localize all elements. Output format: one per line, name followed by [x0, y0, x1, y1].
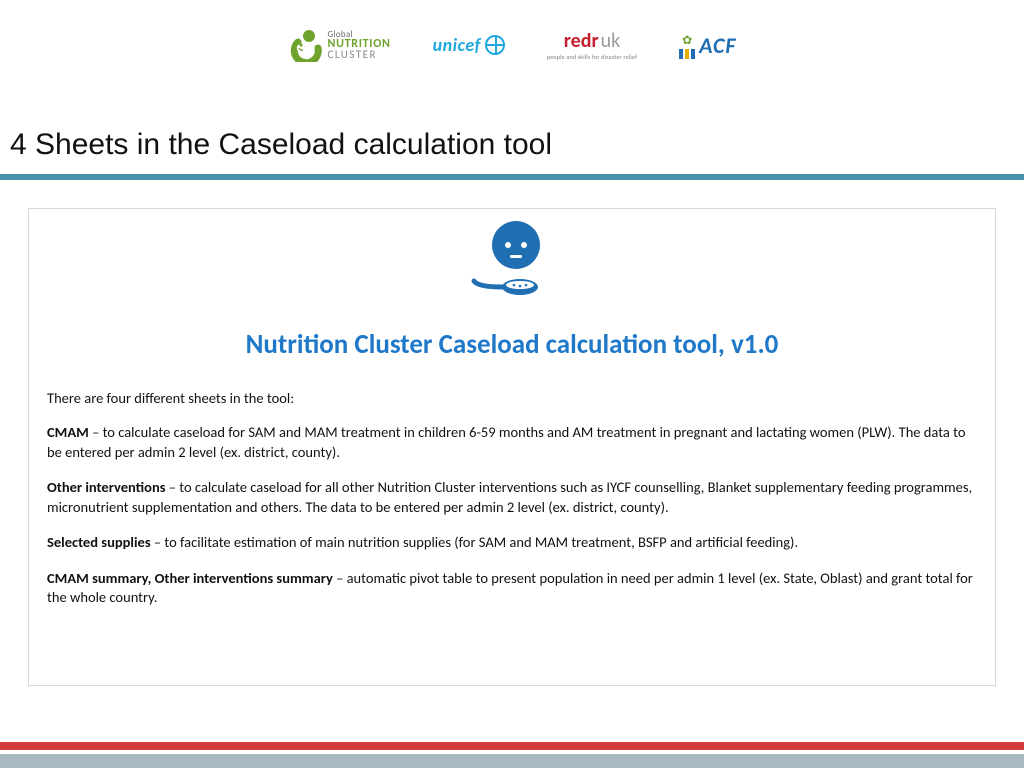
item-summary-name: CMAM summary, Other interventions summar… [47, 569, 333, 587]
page-title: 4 Sheets in the Caseload calculation too… [10, 128, 552, 162]
logo-acf: ✿ ACF [679, 32, 736, 59]
item-selected-supplies: Selected supplies – to facilitate estima… [47, 533, 977, 553]
acf-word: ACF [699, 32, 736, 59]
tool-title: Nutrition Cluster Caseload calculation t… [47, 328, 977, 361]
globe-icon [485, 35, 505, 55]
item-summary: CMAM summary, Other interventions summar… [47, 569, 977, 608]
gnc-text: Global NUTRITION CLUSTER [328, 31, 391, 60]
intro-text: There are four different sheets in the t… [47, 389, 977, 407]
content-frame: Nutrition Cluster Caseload calculation t… [28, 208, 996, 686]
item-supplies-name: Selected supplies [47, 533, 151, 551]
footer-bar-red [0, 742, 1024, 750]
footer-bar-grey [0, 754, 1024, 768]
item-cmam-name: CMAM [47, 423, 89, 441]
logo-redr: redruk people and skills for disaster re… [547, 29, 637, 61]
item-other-desc: – to calculate caseload for all other Nu… [47, 478, 972, 516]
feeding-icon [47, 209, 977, 310]
item-other-interventions: Other interventions – to calculate casel… [47, 478, 977, 517]
redr-word-2: uk [601, 29, 621, 53]
logo-strip: Global NUTRITION CLUSTER unicef redruk p… [0, 20, 1024, 70]
item-supplies-desc: – to facilitate estimation of main nutri… [151, 533, 799, 551]
unicef-word: unicef [433, 34, 481, 56]
item-cmam-desc: – to calculate caseload for SAM and MAM … [47, 423, 966, 461]
redr-word-1: redr [564, 29, 599, 53]
redr-tagline: people and skills for disaster relief [547, 53, 637, 61]
item-cmam: CMAM – to calculate caseload for SAM and… [47, 423, 977, 462]
gnc-line3: CLUSTER [328, 50, 391, 60]
logo-unicef: unicef [433, 34, 505, 56]
slide: Global NUTRITION CLUSTER unicef redruk p… [0, 0, 1024, 768]
logo-gnc: Global NUTRITION CLUSTER [288, 28, 391, 62]
acf-icon: ✿ [679, 35, 695, 59]
title-rule [0, 174, 1024, 180]
item-other-name: Other interventions [47, 478, 166, 496]
gnc-icon [288, 28, 322, 62]
